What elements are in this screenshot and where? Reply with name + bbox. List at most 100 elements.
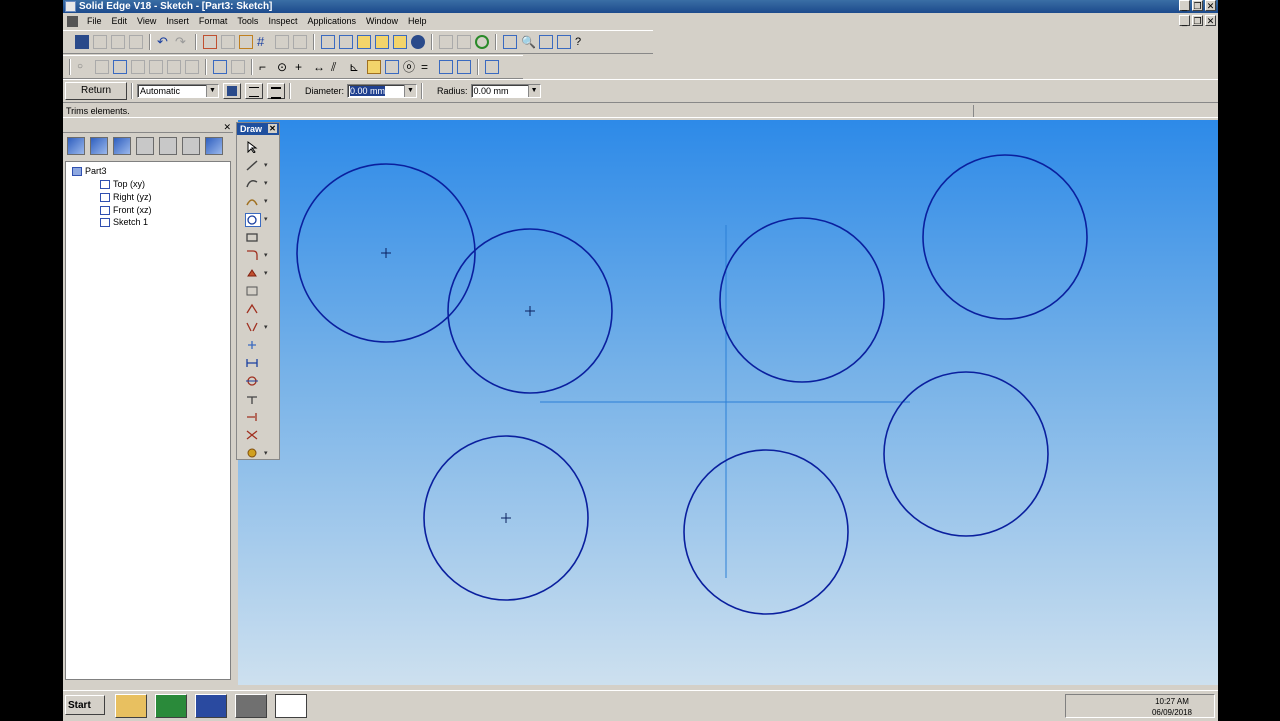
radius-input[interactable]: 0.00 mm ▼ bbox=[470, 84, 541, 98]
doc-close-button[interactable]: ✕ bbox=[1205, 15, 1216, 26]
chevron-down-icon[interactable]: ▾ bbox=[264, 269, 268, 277]
copy-icon[interactable] bbox=[111, 35, 125, 49]
close-icon[interactable]: ✕ bbox=[223, 122, 231, 132]
save-icon[interactable] bbox=[75, 35, 89, 49]
menu-edit[interactable]: Edit bbox=[107, 14, 133, 28]
view-top-icon[interactable] bbox=[321, 35, 335, 49]
tree-node-root[interactable]: Part3 bbox=[72, 166, 107, 176]
document-icon[interactable] bbox=[67, 15, 78, 27]
tangent-icon[interactable] bbox=[149, 60, 163, 74]
excel-task-icon[interactable] bbox=[155, 694, 187, 718]
return-button[interactable]: Return bbox=[65, 82, 127, 100]
mode-select[interactable]: Automatic ▼ bbox=[137, 84, 219, 98]
chevron-down-icon[interactable]: ▾ bbox=[264, 449, 268, 457]
rigid-set-icon[interactable] bbox=[385, 60, 399, 74]
fill-tool-icon[interactable] bbox=[245, 267, 259, 279]
circle-5[interactable] bbox=[883, 371, 1049, 537]
chevron-down-icon[interactable]: ▾ bbox=[264, 197, 268, 205]
mirror-tool-icon[interactable] bbox=[245, 321, 259, 333]
menu-view[interactable]: View bbox=[132, 14, 161, 28]
tree-node-top-plane[interactable]: Top (xy) bbox=[100, 179, 145, 189]
center-icon[interactable] bbox=[185, 60, 199, 74]
doc-restore-button[interactable]: ❐ bbox=[1192, 15, 1203, 26]
cut-icon[interactable] bbox=[93, 35, 107, 49]
layers-tab-icon[interactable] bbox=[90, 137, 108, 155]
media-task-icon[interactable] bbox=[235, 694, 267, 718]
chevron-down-icon[interactable]: ▾ bbox=[264, 251, 268, 259]
text-profile-icon[interactable] bbox=[245, 285, 259, 297]
select-arrow-icon[interactable] bbox=[245, 141, 259, 153]
render-icon[interactable] bbox=[411, 35, 425, 49]
extend-tool-icon[interactable] bbox=[245, 411, 259, 423]
features-tab-icon[interactable] bbox=[113, 137, 131, 155]
word-task-icon[interactable] bbox=[195, 694, 227, 718]
undo-icon[interactable]: ↶ bbox=[157, 35, 171, 49]
connect-icon[interactable]: ⌐ bbox=[259, 60, 273, 74]
split-tool-icon[interactable] bbox=[245, 429, 259, 441]
family-tab-icon[interactable] bbox=[182, 137, 200, 155]
tree-node-right-plane[interactable]: Right (yz) bbox=[100, 192, 152, 202]
linear-dimension-button[interactable] bbox=[245, 83, 263, 99]
variables-tab-icon[interactable] bbox=[205, 137, 223, 155]
redo-icon[interactable]: ↷ bbox=[175, 35, 189, 49]
midpoint-icon[interactable] bbox=[113, 60, 127, 74]
menu-file[interactable]: File bbox=[82, 14, 107, 28]
fillet-tool-icon[interactable] bbox=[245, 249, 259, 261]
explorer-task-icon[interactable] bbox=[115, 694, 147, 718]
color-icon[interactable] bbox=[475, 35, 489, 49]
fit-icon[interactable] bbox=[539, 35, 553, 49]
intersection-icon[interactable] bbox=[95, 60, 109, 74]
view-iso-icon[interactable] bbox=[375, 35, 389, 49]
view-front-icon[interactable] bbox=[339, 35, 353, 49]
tree-node-sketch[interactable]: Sketch 1 bbox=[100, 217, 148, 227]
display-icon[interactable] bbox=[457, 35, 471, 49]
select-tool-icon[interactable] bbox=[203, 35, 217, 49]
menu-tools[interactable]: Tools bbox=[232, 14, 263, 28]
curve-tool-icon[interactable] bbox=[245, 177, 259, 189]
solid-edge-task-icon[interactable] bbox=[275, 694, 307, 718]
tree-node-front-plane[interactable]: Front (xz) bbox=[100, 205, 152, 215]
close-icon[interactable]: ✕ bbox=[268, 124, 277, 133]
zoom-area-view-icon[interactable] bbox=[503, 35, 517, 49]
close-button[interactable]: ✕ bbox=[1205, 0, 1216, 11]
sensors-tab-icon[interactable] bbox=[159, 137, 177, 155]
equal-icon[interactable]: = bbox=[421, 60, 435, 74]
diameter-input[interactable]: 0.00 mm ▼ bbox=[347, 84, 418, 98]
project-icon[interactable] bbox=[231, 60, 245, 74]
circle-7[interactable] bbox=[683, 449, 849, 615]
constraint-icon[interactable] bbox=[293, 35, 307, 49]
maintain-relationships-icon[interactable] bbox=[485, 60, 499, 74]
circle-3[interactable] bbox=[719, 217, 885, 383]
start-button[interactable]: Start bbox=[65, 695, 105, 715]
perpendicular-icon[interactable]: ⊾ bbox=[349, 60, 363, 74]
line-tool-icon[interactable] bbox=[245, 159, 259, 171]
grid-icon[interactable]: # bbox=[257, 35, 271, 49]
offset-tool-icon[interactable] bbox=[245, 303, 259, 315]
collinear-icon[interactable]: ↔ bbox=[313, 60, 327, 74]
symmetric-icon[interactable] bbox=[439, 60, 453, 74]
shaded-view-icon[interactable] bbox=[393, 35, 407, 49]
tangent-relation-icon[interactable]: ⓞ bbox=[403, 60, 417, 74]
help-icon[interactable]: ? bbox=[575, 35, 589, 49]
rectangle-tool-icon[interactable] bbox=[245, 231, 259, 243]
library-tab-icon[interactable] bbox=[136, 137, 154, 155]
trim-tool-icon[interactable] bbox=[245, 375, 259, 387]
circle-4[interactable] bbox=[922, 154, 1088, 320]
menu-insert[interactable]: Insert bbox=[161, 14, 194, 28]
point-icon[interactable]: ○ bbox=[77, 60, 91, 74]
lights-icon[interactable] bbox=[439, 35, 453, 49]
chevron-down-icon[interactable]: ▾ bbox=[264, 161, 268, 169]
concentric-icon[interactable]: ⊙ bbox=[277, 60, 291, 74]
chevron-down-icon[interactable]: ▾ bbox=[264, 179, 268, 187]
zoom-icon[interactable]: 🔍 bbox=[521, 35, 536, 49]
silhouette-icon[interactable] bbox=[131, 60, 145, 74]
menu-format[interactable]: Format bbox=[194, 14, 233, 28]
zoom-area-icon[interactable] bbox=[239, 35, 253, 49]
line-width-button[interactable] bbox=[267, 83, 285, 99]
paste-icon[interactable] bbox=[129, 35, 143, 49]
pattern-tool-icon[interactable] bbox=[245, 447, 259, 459]
tray-clock[interactable]: 10:27 AM 06/09/2018 bbox=[1152, 696, 1192, 718]
minimize-button[interactable]: _ bbox=[1179, 0, 1190, 11]
arc-tool-icon[interactable] bbox=[245, 195, 259, 207]
view-right-icon[interactable] bbox=[357, 35, 371, 49]
